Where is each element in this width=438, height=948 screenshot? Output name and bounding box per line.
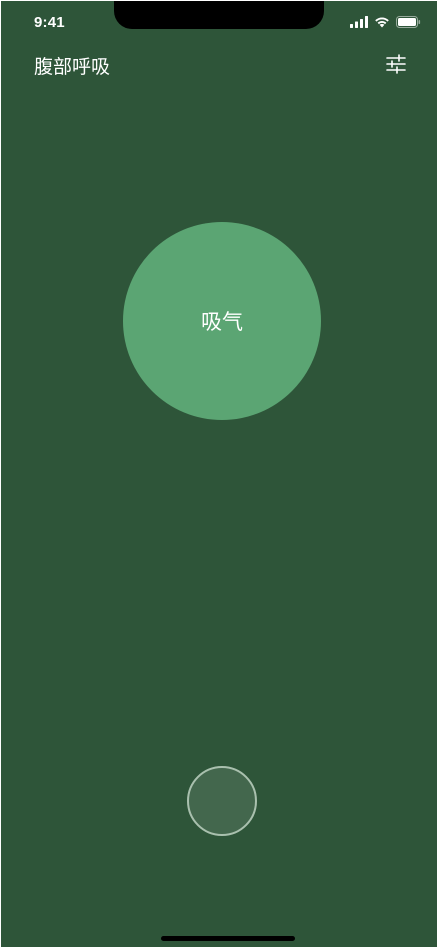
signal-icon <box>350 16 368 28</box>
sliders-icon <box>386 54 406 74</box>
home-indicator[interactable] <box>161 936 295 941</box>
page-title: 腹部呼吸 <box>34 56 111 78</box>
start-stop-button[interactable] <box>187 766 257 836</box>
settings-button[interactable] <box>385 53 407 75</box>
wifi-icon <box>375 17 389 28</box>
status-time: 9:41 <box>34 14 65 31</box>
device-notch <box>114 1 324 29</box>
battery-icon <box>396 16 421 28</box>
app-screen: 9:41 腹部呼吸 吸气 <box>1 1 437 947</box>
status-icons <box>350 16 421 28</box>
breathing-circle: 吸气 <box>123 222 321 420</box>
breathing-phase-label: 吸气 <box>201 310 243 334</box>
